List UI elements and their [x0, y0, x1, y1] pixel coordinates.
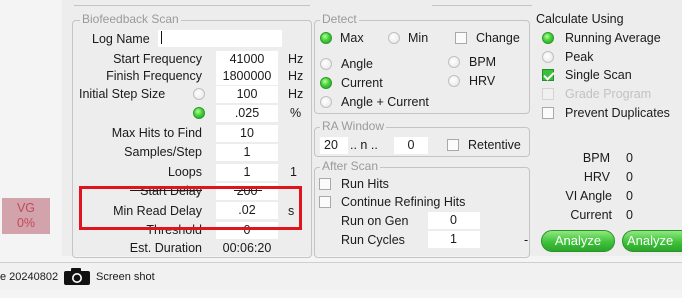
- vi-angle-readout-value: 0: [626, 189, 633, 203]
- hrv-readout-label: HRV: [583, 170, 610, 184]
- step-size-percent-radio[interactable]: [193, 107, 205, 119]
- grade-program-checkbox[interactable]: [542, 88, 554, 100]
- max-hits-input[interactable]: 10: [216, 125, 278, 142]
- current-radio[interactable]: [320, 77, 332, 89]
- single-scan-checkbox[interactable]: [542, 69, 554, 81]
- after-scan-title: After Scan: [320, 159, 381, 173]
- initial-step-size-unit: Hz: [288, 87, 304, 101]
- run-hits-label: Run Hits: [341, 177, 389, 191]
- running-average-label: Running Average: [565, 31, 661, 45]
- analyze-button-secondary[interactable]: Analyze: [622, 230, 682, 252]
- loops-label: Loops: [167, 165, 202, 179]
- run-on-gen-label: Run on Gen: [341, 214, 409, 228]
- run-hits-checkbox[interactable]: [319, 178, 331, 190]
- ra-window-title: RA Window: [320, 119, 387, 133]
- change-label: Change: [476, 31, 520, 45]
- angle-label: Angle: [341, 57, 373, 71]
- status-bar: e 20240802 Screen shot: [0, 262, 682, 290]
- peak-radio[interactable]: [542, 51, 554, 63]
- step-size-percent-input[interactable]: .025: [216, 105, 278, 122]
- analyze-button[interactable]: Analyze: [541, 230, 615, 252]
- log-name-label: Log Name: [92, 32, 150, 46]
- detect-title: Detect: [320, 12, 359, 26]
- angle-radio[interactable]: [320, 58, 332, 70]
- loops-input[interactable]: 1: [216, 164, 278, 181]
- bpm-radio[interactable]: [448, 56, 460, 68]
- retentive-checkbox[interactable]: [447, 139, 459, 151]
- min-label: Min: [408, 31, 429, 45]
- hrv-radio[interactable]: [448, 75, 460, 87]
- running-average-radio[interactable]: [542, 32, 554, 44]
- single-scan-label: Single Scan: [565, 68, 632, 82]
- initial-step-size-label: Initial Step Size: [79, 87, 166, 101]
- est-duration-label: Est. Duration: [129, 241, 202, 255]
- screenshot-label[interactable]: Screen shot: [96, 270, 155, 285]
- step-size-hz-radio[interactable]: [193, 88, 205, 100]
- samples-per-step-input[interactable]: 1: [216, 144, 278, 161]
- run-cycles-dash: -: [524, 233, 529, 247]
- peak-label: Peak: [565, 50, 594, 64]
- prevent-duplicates-checkbox[interactable]: [542, 107, 554, 119]
- status-date-text: e 20240802: [0, 271, 59, 283]
- vg-indicator: VG 0%: [2, 198, 50, 234]
- angle-current-label: Angle + Current: [341, 95, 429, 109]
- top-border-right: [432, 0, 532, 6]
- samples-per-step-label: Samples/Step: [124, 145, 202, 159]
- finish-frequency-input[interactable]: 1800000: [216, 68, 278, 85]
- calculate-using-title: Calculate Using: [536, 12, 624, 26]
- top-border-left: [74, 0, 310, 6]
- current-label: Current: [341, 76, 383, 90]
- ra-window-to-input[interactable]: 0: [394, 137, 428, 154]
- finish-frequency-unit: Hz: [288, 69, 304, 83]
- hrv-label: HRV: [469, 74, 496, 88]
- highlight-rectangle: [79, 186, 302, 230]
- start-frequency-input[interactable]: 41000: [216, 51, 278, 68]
- log-name-input[interactable]: [158, 30, 282, 47]
- start-frequency-label: Start Frequency: [113, 52, 202, 66]
- prevent-duplicates-label: Prevent Duplicates: [565, 106, 670, 120]
- bpm-readout-value: 0: [626, 151, 633, 165]
- hrv-readout-value: 0: [626, 170, 633, 184]
- current-readout-label: Current: [570, 208, 612, 222]
- bpm-readout-label: BPM: [582, 151, 610, 165]
- biofeedback-scan-title: Biofeedback Scan: [80, 12, 181, 26]
- max-label: Max: [340, 31, 364, 45]
- retentive-label: Retentive: [468, 138, 521, 152]
- initial-step-size-input[interactable]: 100: [216, 86, 278, 103]
- min-radio[interactable]: [388, 32, 400, 44]
- continue-refining-label: Continue Refining Hits: [341, 195, 466, 209]
- run-cycles-label: Run Cycles: [341, 233, 405, 247]
- text-cursor: [161, 31, 162, 44]
- current-readout-value: 0: [626, 208, 633, 222]
- ra-window-from-input[interactable]: 20: [320, 137, 348, 154]
- angle-current-radio[interactable]: [320, 96, 332, 108]
- vi-angle-readout-label: VI Angle: [565, 189, 612, 203]
- vg-indicator-label: VG: [16, 201, 36, 215]
- est-duration-value: 00:06:20: [222, 241, 272, 255]
- run-cycles-input[interactable]: 1: [428, 231, 480, 248]
- start-frequency-unit: Hz: [288, 52, 304, 66]
- change-checkbox[interactable]: [455, 32, 467, 44]
- max-hits-label: Max Hits to Find: [111, 126, 202, 140]
- grade-program-label: Grade Program: [565, 87, 652, 101]
- vg-indicator-value: 0%: [16, 216, 36, 230]
- finish-frequency-label: Finish Frequency: [106, 69, 202, 83]
- camera-icon[interactable]: [64, 267, 90, 285]
- loops-unit: 1: [290, 165, 297, 179]
- bpm-label: BPM: [469, 55, 497, 69]
- step-size-percent-unit: %: [290, 106, 302, 120]
- continue-refining-checkbox[interactable]: [319, 196, 331, 208]
- max-radio[interactable]: [320, 32, 332, 44]
- ra-window-n-label: .. n ..: [350, 138, 378, 152]
- run-on-gen-input[interactable]: 0: [428, 212, 480, 229]
